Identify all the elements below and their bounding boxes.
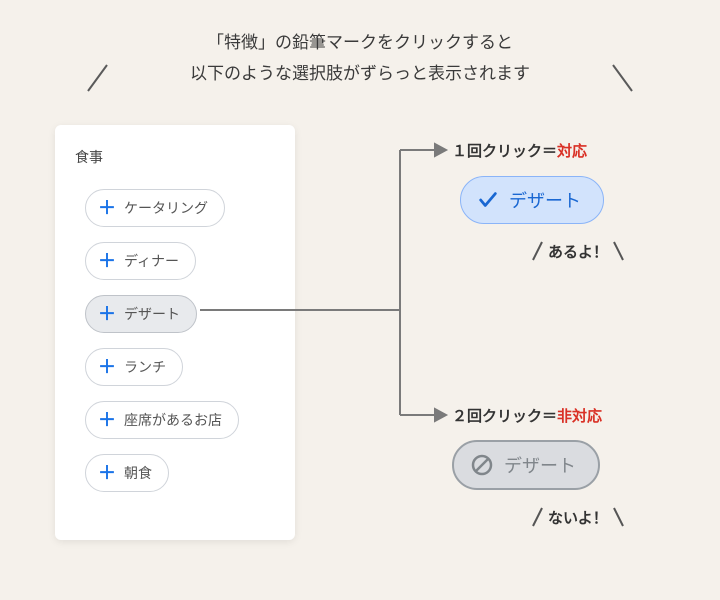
slash-left-icon	[530, 506, 544, 528]
chip-text: デザート	[509, 187, 581, 213]
state-off-chip[interactable]: デザート	[452, 440, 600, 490]
aside-off: ないよ！	[530, 506, 626, 528]
ban-icon	[470, 453, 494, 477]
label-word: 対応	[557, 143, 587, 160]
state-off-label: ２回クリック＝非対応	[452, 405, 602, 426]
aside-off-text: ないよ！	[548, 507, 608, 528]
label-prefix: ２回クリック＝	[452, 408, 557, 425]
aside-on: あるよ！	[530, 240, 626, 262]
aside-on-text: あるよ！	[548, 241, 608, 262]
chip-text: デザート	[504, 452, 576, 478]
slash-left-icon	[530, 240, 544, 262]
check-icon	[477, 189, 499, 211]
state-on-label: １回クリック＝対応	[452, 140, 587, 161]
slash-right-icon	[612, 506, 626, 528]
state-on-chip[interactable]: デザート	[460, 176, 604, 224]
label-prefix: １回クリック＝	[452, 143, 557, 160]
slash-right-icon	[612, 240, 626, 262]
label-word: 非対応	[557, 408, 602, 425]
